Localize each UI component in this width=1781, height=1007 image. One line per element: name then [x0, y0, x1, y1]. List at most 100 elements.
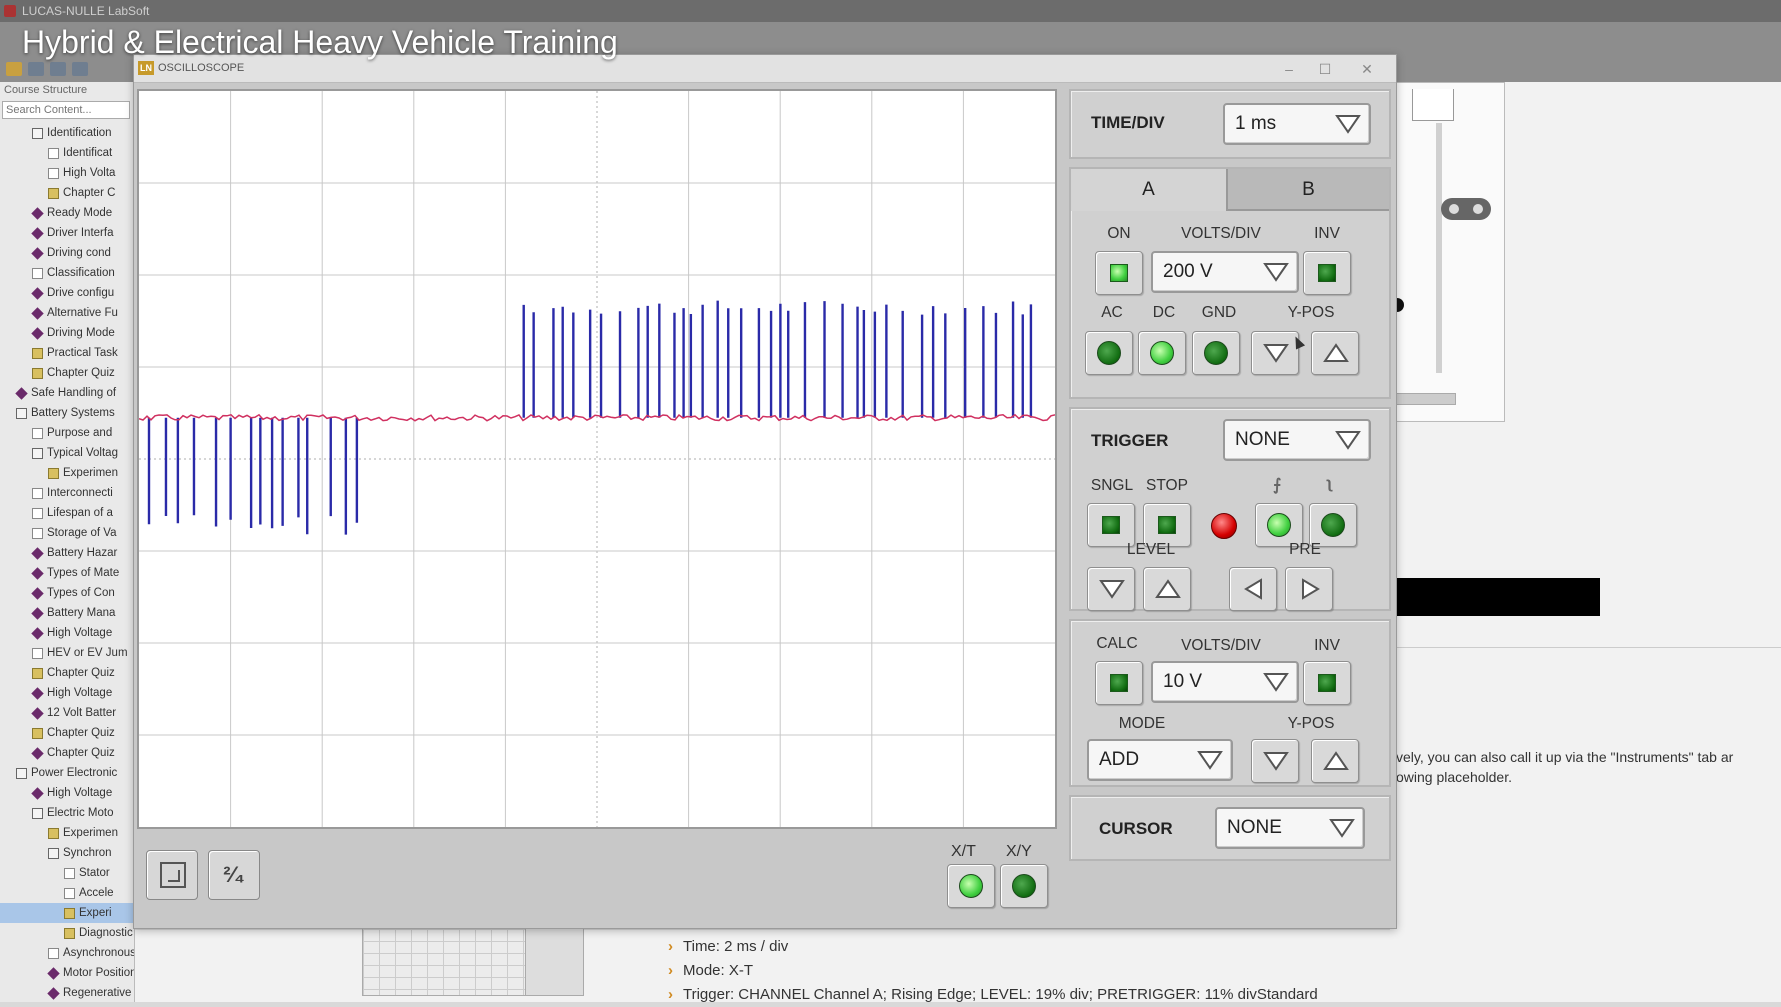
- sidebar-item[interactable]: Diagnostic task: Malfunction of t...: [0, 923, 134, 943]
- book-icon: [48, 847, 59, 859]
- cursor-dropdown[interactable]: NONE: [1215, 807, 1365, 849]
- sidebar-item[interactable]: HEV or EV Jum: [0, 643, 134, 663]
- sidebar-item[interactable]: Alternative Fu: [0, 303, 134, 323]
- sidebar-item[interactable]: Storage of Va: [0, 523, 134, 543]
- sidebar-item[interactable]: 12 Volt Batter: [0, 703, 134, 723]
- video-title-overlay: Hybrid & Electrical Heavy Vehicle Traini…: [22, 24, 618, 60]
- level-up-button[interactable]: [1143, 567, 1191, 611]
- sidebar-item[interactable]: Experi: [0, 903, 134, 923]
- sidebar-item[interactable]: Drive configu: [0, 283, 134, 303]
- tab-channel-a[interactable]: A: [1071, 169, 1228, 211]
- channel-on-button[interactable]: [1095, 251, 1143, 295]
- xt-mode-button[interactable]: [947, 864, 995, 908]
- sidebar-item[interactable]: Stator: [0, 863, 134, 883]
- sidebar-item-label: Chapter C: [63, 187, 116, 199]
- calc-invert-button[interactable]: [1303, 661, 1351, 705]
- minimize-button[interactable]: –: [1278, 59, 1300, 79]
- trigger-dropdown[interactable]: NONE: [1223, 419, 1371, 461]
- xy-mode-button[interactable]: [1000, 864, 1048, 908]
- sidebar-item-label: Stator: [79, 867, 110, 879]
- sidebar-item[interactable]: Safe Handling of: [0, 383, 134, 403]
- sidebar-item[interactable]: Lifespan of a: [0, 503, 134, 523]
- sidebar-item[interactable]: Motor Position Sensors (Resolvers a...: [0, 963, 134, 983]
- sidebar-item[interactable]: Purpose and: [0, 423, 134, 443]
- sidebar-item[interactable]: Chapter Quiz: [0, 743, 134, 763]
- sidebar-item[interactable]: Ready Mode: [0, 203, 134, 223]
- sidebar-item-label: Types of Con: [47, 587, 115, 599]
- device-pull-handle: [1412, 89, 1454, 121]
- sidebar-item[interactable]: Battery Systems: [0, 403, 134, 423]
- sidebar-item[interactable]: Asynchronous Motors: [0, 943, 134, 963]
- sidebar-item-label: Interconnecti: [47, 487, 113, 499]
- sidebar-item[interactable]: Battery Mana: [0, 603, 134, 623]
- dc-coupling-button[interactable]: [1138, 331, 1186, 375]
- ac-coupling-button[interactable]: [1085, 331, 1133, 375]
- book-icon: [16, 767, 27, 779]
- calc-inv-label: INV: [1314, 637, 1340, 654]
- search-content-input[interactable]: [2, 101, 130, 119]
- pre-left-button[interactable]: [1229, 567, 1277, 611]
- level-down-button[interactable]: [1087, 567, 1135, 611]
- sidebar-item[interactable]: High Volta: [0, 163, 134, 183]
- screenshot-button[interactable]: [146, 850, 198, 900]
- save-icon[interactable]: [28, 62, 44, 76]
- doc-icon: [64, 887, 75, 899]
- calc-volts-div-value: 10 V: [1163, 671, 1203, 692]
- sidebar-item[interactable]: Driving Mode: [0, 323, 134, 343]
- calc-mode-dropdown[interactable]: ADD: [1087, 739, 1233, 781]
- sidebar-item[interactable]: Battery Hazar: [0, 543, 134, 563]
- sidebar-item[interactable]: Regenerative Braking: [0, 983, 134, 1002]
- sidebar-item[interactable]: Practical Task: [0, 343, 134, 363]
- sidebar-item[interactable]: Interconnecti: [0, 483, 134, 503]
- waveform-display: [139, 91, 1055, 827]
- time-div-dropdown[interactable]: 1 ms: [1223, 103, 1371, 145]
- sidebar-item[interactable]: Identificat: [0, 143, 134, 163]
- channel-invert-button[interactable]: [1303, 251, 1351, 295]
- ac-label: AC: [1101, 304, 1123, 321]
- sidebar-item[interactable]: Chapter Quiz: [0, 723, 134, 743]
- sidebar-item[interactable]: Electric Moto: [0, 803, 134, 823]
- open-folder-icon[interactable]: [6, 62, 22, 76]
- cursor-label: CURSOR: [1099, 819, 1173, 838]
- navigate-up-icon[interactable]: [72, 62, 88, 76]
- sidebar-item[interactable]: High Voltage: [0, 683, 134, 703]
- sidebar-item[interactable]: Power Electronic: [0, 763, 134, 783]
- sidebar-item[interactable]: Identification: [0, 123, 134, 143]
- oscilloscope-screen[interactable]: [137, 89, 1057, 829]
- y-pos-up-button[interactable]: [1311, 331, 1359, 375]
- sidebar-item[interactable]: Chapter C: [0, 183, 134, 203]
- page-toggle-button[interactable]: ²⁄₄: [208, 850, 260, 900]
- maximize-button[interactable]: ☐: [1314, 59, 1336, 79]
- sidebar-item[interactable]: High Voltage: [0, 783, 134, 803]
- print-icon[interactable]: [50, 62, 66, 76]
- oscilloscope-window-title: OSCILLOSCOPE: [158, 62, 245, 74]
- gem-icon: [31, 226, 44, 240]
- sidebar-item[interactable]: Types of Con: [0, 583, 134, 603]
- chevron-down-icon: [1263, 671, 1289, 693]
- sidebar-item[interactable]: Chapter Quiz: [0, 663, 134, 683]
- sidebar-item[interactable]: Chapter Quiz: [0, 363, 134, 383]
- calc-volts-div-dropdown[interactable]: 10 V: [1151, 661, 1299, 703]
- sidebar-item[interactable]: High Voltage: [0, 623, 134, 643]
- calc-y-pos-down-button[interactable]: [1251, 739, 1299, 783]
- volts-div-dropdown[interactable]: 200 V: [1151, 251, 1299, 293]
- sidebar-item[interactable]: Types of Mate: [0, 563, 134, 583]
- trigger-value: NONE: [1235, 429, 1290, 450]
- sidebar-item-label: 12 Volt Batter: [47, 707, 117, 719]
- sidebar-item-label: Chapter Quiz: [47, 727, 115, 739]
- gnd-coupling-button[interactable]: [1192, 331, 1240, 375]
- sidebar-item[interactable]: Experimen: [0, 823, 134, 843]
- sidebar-item[interactable]: Synchron: [0, 843, 134, 863]
- sidebar-item[interactable]: Experimen: [0, 463, 134, 483]
- sidebar-item[interactable]: Typical Voltag: [0, 443, 134, 463]
- sidebar-item[interactable]: Accele: [0, 883, 134, 903]
- calc-on-button[interactable]: [1095, 661, 1143, 705]
- pre-right-button[interactable]: [1285, 567, 1333, 611]
- calc-y-pos-up-button[interactable]: [1311, 739, 1359, 783]
- sidebar-item[interactable]: Classification: [0, 263, 134, 283]
- sidebar-item[interactable]: Driver Interfa: [0, 223, 134, 243]
- sidebar-item[interactable]: Driving cond: [0, 243, 134, 263]
- sidebar-item-label: Power Electronic: [31, 767, 118, 779]
- tab-channel-b[interactable]: B: [1228, 169, 1389, 211]
- close-button[interactable]: ✕: [1356, 59, 1378, 79]
